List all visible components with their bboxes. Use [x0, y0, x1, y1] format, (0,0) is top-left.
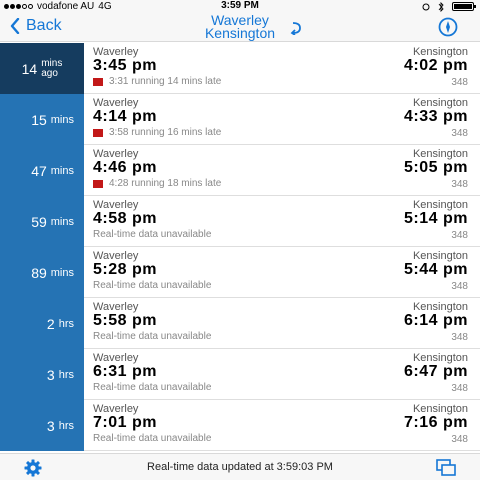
route-number: 348 [451, 230, 468, 241]
departure-time: 4:14 pm [93, 108, 157, 125]
countdown-value: 14 [21, 60, 38, 77]
nav-bar: Back Waverley Kensington [0, 12, 480, 42]
late-indicator-icon [93, 179, 103, 188]
status-bar: vodafone AU 4G 3:59 PM [0, 0, 480, 12]
arrival-time: 5:14 pm [404, 210, 468, 227]
late-indicator-icon [93, 77, 103, 86]
battery-icon [452, 2, 476, 11]
route-number: 348 [451, 281, 468, 292]
route-number: 348 [451, 383, 468, 394]
realtime-note: Real-time data unavailable [93, 382, 212, 393]
realtime-note: Real-time data unavailable [93, 229, 212, 240]
trip-details: Waverley Kensington 6:31 pm 6:47 pm Real… [93, 349, 468, 400]
late-indicator-icon [93, 128, 103, 137]
countdown-unit: mins [50, 215, 74, 228]
countdown-unit-line1: mins [41, 57, 63, 69]
departure-time: 5:58 pm [93, 312, 157, 329]
realtime-note: 4:28 running 18 mins late [93, 178, 221, 189]
arrival-time: 6:47 pm [404, 363, 468, 380]
countdown-tile: 2 hrs [0, 298, 84, 349]
trip-row[interactable]: 89 mins Waverley Kensington 5:28 pm 5:44… [0, 247, 480, 298]
countdown-value: 89 [31, 264, 47, 281]
countdown-unit: hrs [58, 368, 74, 381]
countdown-unit: mins [50, 266, 74, 279]
bottom-toolbar: Real-time data updated at 3:59:03 PM [0, 453, 480, 480]
countdown-unit: mins [50, 164, 74, 177]
countdown-unit: hrs [58, 419, 74, 432]
arrival-time: 5:44 pm [404, 261, 468, 278]
route-number: 348 [451, 179, 468, 190]
departure-time: 6:31 pm [93, 363, 157, 380]
departure-time: 4:58 pm [93, 210, 157, 227]
route-number: 348 [451, 434, 468, 445]
countdown-tile: 59 mins [0, 196, 84, 247]
trip-details: Waverley Kensington 7:01 pm 7:16 pm Real… [93, 400, 468, 451]
countdown-value: 59 [31, 213, 47, 230]
trip-details: Waverley Kensington 4:58 pm 5:14 pm Real… [93, 196, 468, 247]
status-right [422, 1, 476, 12]
route-number: 348 [451, 332, 468, 343]
arrival-time: 4:33 pm [404, 108, 468, 125]
countdown-value: 3 [46, 417, 55, 434]
realtime-note-text: 3:31 running 14 mins late [109, 76, 222, 87]
countdown-unit: hrs [58, 317, 74, 330]
arrival-time: 5:05 pm [404, 159, 468, 176]
update-status-text: Real-time data updated at 3:59:03 PM [147, 461, 333, 473]
countdown-tile: 15 mins [0, 94, 84, 145]
countdown-value: 47 [31, 162, 47, 179]
countdown-unit-line2: ago [41, 67, 58, 79]
countdown-value: 3 [46, 366, 55, 383]
realtime-note: Real-time data unavailable [93, 280, 212, 291]
realtime-note: Real-time data unavailable [93, 433, 212, 444]
nav-title-destination: Kensington [204, 25, 276, 41]
swap-direction-icon[interactable] [290, 21, 302, 35]
trip-row[interactable]: 47 mins Waverley Kensington 4:46 pm 5:05… [0, 145, 480, 196]
departure-time: 5:28 pm [93, 261, 157, 278]
trip-row[interactable]: 2 hrs Waverley Kensington 5:58 pm 6:14 p… [0, 298, 480, 349]
trip-row[interactable]: 59 mins Waverley Kensington 4:58 pm 5:14… [0, 196, 480, 247]
trip-row[interactable]: 15 mins Waverley Kensington 4:14 pm 4:33… [0, 94, 480, 145]
countdown-tile: 89 mins [0, 247, 84, 298]
countdown-tile: 3 hrs [0, 400, 84, 451]
trip-details: Waverley Kensington 5:28 pm 5:44 pm Real… [93, 247, 468, 298]
status-time: 3:59 PM [221, 0, 259, 11]
trip-row[interactable]: 3 hrs Waverley Kensington 7:01 pm 7:16 p… [0, 400, 480, 451]
route-number: 348 [451, 77, 468, 88]
countdown-tile: 14 mins ago [0, 43, 84, 94]
windows-icon[interactable] [436, 459, 456, 477]
arrival-time: 4:02 pm [404, 57, 468, 74]
realtime-note-text: 3:58 running 16 mins late [109, 127, 222, 138]
departure-time: 4:46 pm [93, 159, 157, 176]
realtime-note: Real-time data unavailable [93, 331, 212, 342]
trip-details: Waverley Kensington 3:45 pm 4:02 pm 3:31… [93, 43, 468, 94]
trip-row[interactable]: 14 mins ago Waverley Kensington 3:45 pm … [0, 43, 480, 94]
compass-icon[interactable] [438, 17, 458, 37]
countdown-value: 2 [46, 315, 55, 332]
nav-title: Waverley Kensington [0, 13, 480, 41]
departure-time: 3:45 pm [93, 57, 157, 74]
arrival-time: 6:14 pm [404, 312, 468, 329]
countdown-unit: mins ago [41, 57, 63, 79]
countdown-unit: mins [50, 113, 74, 126]
trip-details: Waverley Kensington 5:58 pm 6:14 pm Real… [93, 298, 468, 349]
trip-details: Waverley Kensington 4:14 pm 4:33 pm 3:58… [93, 94, 468, 145]
realtime-note: 3:58 running 16 mins late [93, 127, 221, 138]
countdown-tile: 3 hrs [0, 349, 84, 400]
location-icon [422, 3, 430, 10]
bluetooth-icon [438, 1, 444, 12]
trip-row[interactable]: 3 hrs Waverley Kensington 6:31 pm 6:47 p… [0, 349, 480, 400]
realtime-note-text: 4:28 running 18 mins late [109, 178, 222, 189]
arrival-time: 7:16 pm [404, 414, 468, 431]
realtime-note: 3:31 running 14 mins late [93, 76, 221, 87]
trip-list: 14 mins ago Waverley Kensington 3:45 pm … [0, 43, 480, 453]
departure-time: 7:01 pm [93, 414, 157, 431]
countdown-tile: 47 mins [0, 145, 84, 196]
countdown-value: 15 [31, 111, 47, 128]
trip-details: Waverley Kensington 4:46 pm 5:05 pm 4:28… [93, 145, 468, 196]
route-number: 348 [451, 128, 468, 139]
